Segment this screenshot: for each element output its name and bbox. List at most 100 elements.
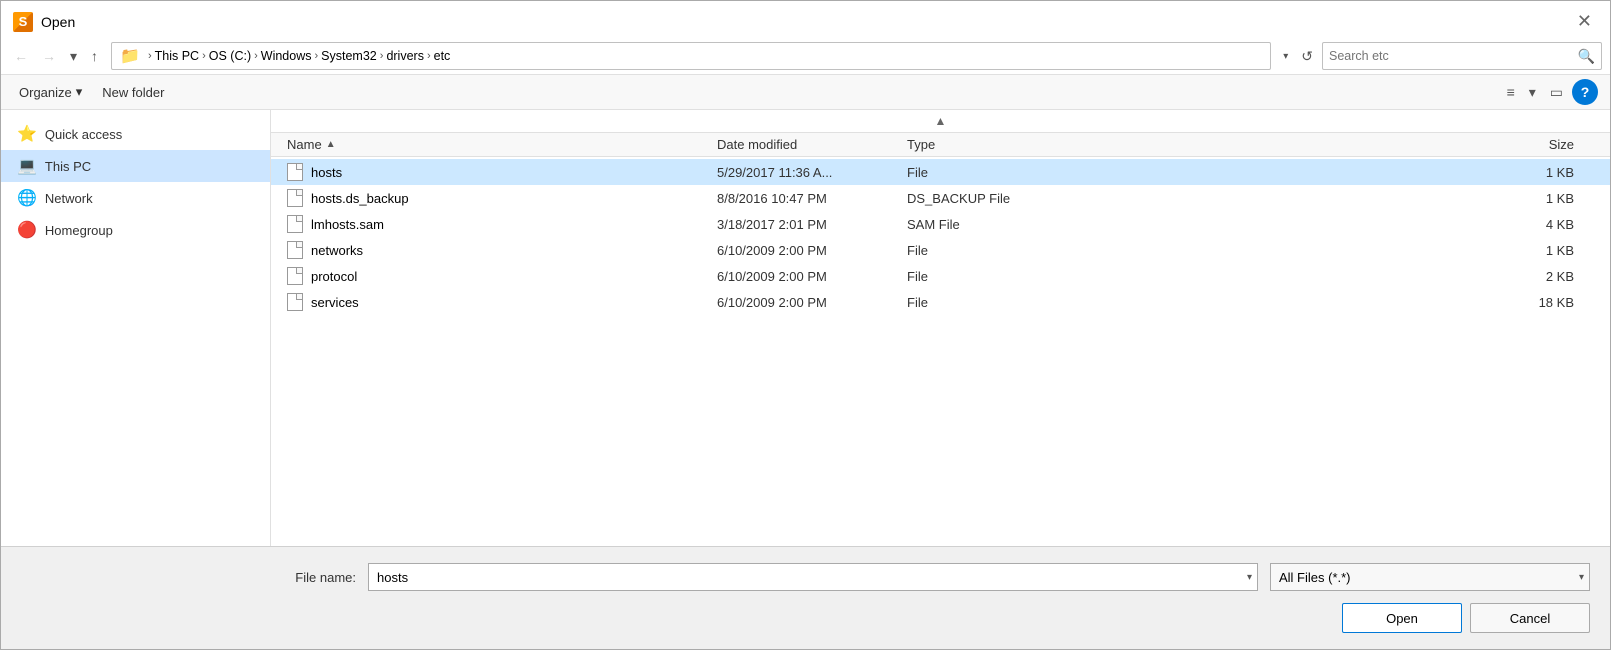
file-name-text: protocol [311,269,357,284]
file-name-cell: networks [287,241,717,259]
search-input[interactable] [1329,49,1578,63]
file-icon [287,189,303,207]
search-box: 🔍 [1322,42,1602,70]
file-type-cell: DS_BACKUP File [907,191,1087,206]
back-button[interactable]: ← [9,45,33,67]
nav-dropdown-button[interactable]: ▾ [65,45,82,68]
breadcrumb-item-1[interactable]: OS (C:) [209,49,251,63]
file-name-text: hosts.ds_backup [311,191,409,206]
view-dropdown-button[interactable]: ▾ [1524,81,1541,104]
sidebar-item-label-this-pc: This PC [45,159,91,174]
file-type-cell: SAM File [907,217,1087,232]
file-date-cell: 3/18/2017 2:01 PM [717,217,907,232]
up-button[interactable]: ↑ [86,45,103,67]
table-row[interactable]: protocol 6/10/2009 2:00 PM File 2 KB [271,263,1610,289]
table-row[interactable]: hosts 5/29/2017 11:36 A... File 1 KB [271,159,1610,185]
filename-row: File name: ▾ All Files (*.*) ▾ [21,563,1590,591]
file-list-header: ▲ [271,110,1610,133]
file-type-cell: File [907,295,1087,310]
table-row[interactable]: services 6/10/2009 2:00 PM File 18 KB [271,289,1610,315]
sidebar-item-label-homegroup: Homegroup [45,223,113,238]
breadcrumb-item-2[interactable]: Windows [261,49,312,63]
sidebar-item-quick-access[interactable]: ⭐ Quick access [1,118,270,150]
file-name-cell: hosts [287,163,717,181]
col-header-size[interactable]: Size [1087,137,1594,152]
table-row[interactable]: lmhosts.sam 3/18/2017 2:01 PM SAM File 4… [271,211,1610,237]
file-icon [287,267,303,285]
table-row[interactable]: networks 6/10/2009 2:00 PM File 1 KB [271,237,1610,263]
breadcrumb-bar: 📁 › This PC › OS (C:) › Windows › System… [111,42,1271,70]
title-bar-left: S Open [13,12,75,32]
refresh-button[interactable]: ↺ [1296,45,1318,68]
view-list-button[interactable]: ≡ [1502,81,1520,103]
open-dialog: S Open ✕ ← → ▾ ↑ 📁 › This PC › OS (C:) ›… [0,0,1611,650]
file-size-cell: 1 KB [1087,243,1594,258]
sidebar-item-this-pc[interactable]: 💻 This PC [1,150,270,182]
toolbar-right: ≡ ▾ ▭ ? [1502,79,1598,105]
file-name-cell: hosts.ds_backup [287,189,717,207]
breadcrumb-sep-1: › [202,50,206,62]
file-size-cell: 1 KB [1087,191,1594,206]
buttons-row: Open Cancel [21,603,1590,633]
sidebar: ⭐ Quick access 💻 This PC 🌐 Network 🔴 Hom… [1,110,271,546]
cancel-button[interactable]: Cancel [1470,603,1590,633]
file-icon [287,293,303,311]
breadcrumb-item-5[interactable]: etc [434,49,451,63]
organize-label: Organize [19,85,72,100]
open-button[interactable]: Open [1342,603,1462,633]
app-icon: S [13,12,33,32]
breadcrumb-dropdown-button[interactable]: ▾ [1279,48,1292,65]
sidebar-item-label-network: Network [45,191,93,206]
file-name-cell: services [287,293,717,311]
breadcrumb-sep-2: › [254,50,258,62]
file-size-cell: 1 KB [1087,165,1594,180]
file-date-cell: 6/10/2009 2:00 PM [717,269,907,284]
sidebar-item-homegroup[interactable]: 🔴 Homegroup [1,214,270,246]
help-button[interactable]: ? [1572,79,1598,105]
filename-input[interactable] [368,563,1258,591]
filetype-wrapper: All Files (*.*) ▾ [1270,563,1590,591]
this-pc-icon: 💻 [17,156,37,176]
file-area: ▲ Name ▲ Date modified Type Size [271,110,1610,546]
breadcrumb-item-4[interactable]: drivers [386,49,424,63]
file-date-cell: 6/10/2009 2:00 PM [717,295,907,310]
organize-button[interactable]: Organize ▾ [13,81,88,103]
dialog-title: Open [41,14,75,30]
col-header-name[interactable]: Name ▲ [287,137,717,152]
breadcrumb-sep-0: › [148,50,152,62]
new-folder-label: New folder [102,85,164,100]
filename-label: File name: [295,570,356,585]
filename-input-wrapper: ▾ [368,563,1258,591]
file-date-cell: 6/10/2009 2:00 PM [717,243,907,258]
breadcrumb-item-3[interactable]: System32 [321,49,377,63]
file-icon [287,215,303,233]
sidebar-item-label-quick-access: Quick access [45,127,122,142]
search-icon[interactable]: 🔍 [1578,48,1595,65]
filetype-select[interactable]: All Files (*.*) [1270,563,1590,591]
file-icon [287,163,303,181]
file-name-text: lmhosts.sam [311,217,384,232]
file-type-cell: File [907,243,1087,258]
file-type-cell: File [907,269,1087,284]
table-row[interactable]: hosts.ds_backup 8/8/2016 10:47 PM DS_BAC… [271,185,1610,211]
quick-access-icon: ⭐ [17,124,37,144]
forward-button[interactable]: → [37,45,61,67]
close-button[interactable]: ✕ [1571,9,1598,34]
col-header-date[interactable]: Date modified [717,137,907,152]
breadcrumb-sep-3: › [315,50,319,62]
new-folder-button[interactable]: New folder [96,82,170,103]
collapse-button[interactable]: ▲ [935,114,947,128]
column-headers: Name ▲ Date modified Type Size [271,133,1610,157]
file-name-text: networks [311,243,363,258]
sidebar-item-network[interactable]: 🌐 Network [1,182,270,214]
breadcrumb-sep-4: › [380,50,384,62]
file-size-cell: 18 KB [1087,295,1594,310]
breadcrumb-item-0[interactable]: This PC [155,49,199,63]
sort-icon: ▲ [326,139,336,150]
file-name-cell: protocol [287,267,717,285]
file-date-cell: 8/8/2016 10:47 PM [717,191,907,206]
file-name-text: services [311,295,359,310]
view-preview-button[interactable]: ▭ [1545,81,1568,104]
col-header-type[interactable]: Type [907,137,1087,152]
file-name-text: hosts [311,165,342,180]
